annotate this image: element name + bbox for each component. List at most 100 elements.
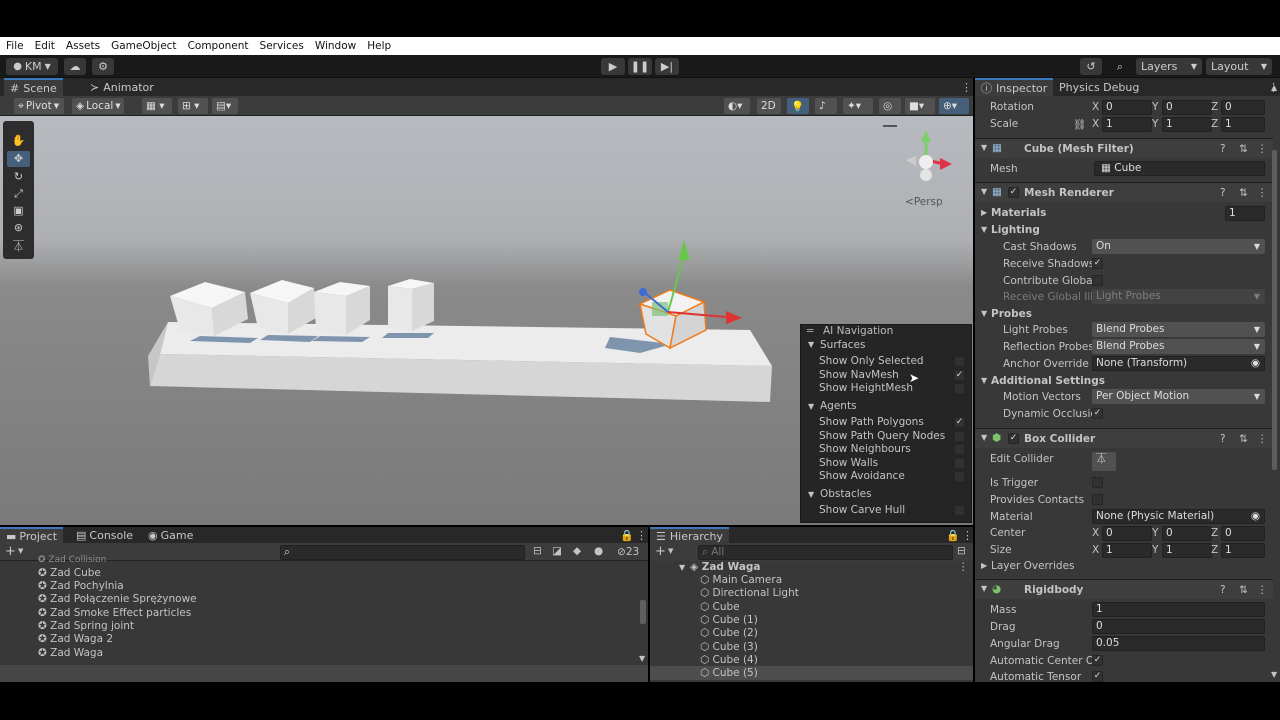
chevron-down-icon[interactable]: ▼ bbox=[981, 584, 987, 593]
chevron-right-icon[interactable]: ▶ bbox=[981, 561, 987, 570]
history-button[interactable]: ↺ bbox=[1080, 58, 1102, 75]
additional-settings-label[interactable]: Additional Settings bbox=[991, 375, 1105, 387]
menu-component[interactable]: Component bbox=[188, 40, 249, 52]
eye-icon[interactable]: ● bbox=[594, 545, 603, 557]
rotation-z-field[interactable]: 0 bbox=[1221, 100, 1265, 115]
kebab-menu-icon[interactable]: ⋮ bbox=[1257, 584, 1268, 596]
size-z-field[interactable]: 1 bbox=[1221, 543, 1265, 558]
tab-project[interactable]: ▬ Project bbox=[0, 527, 64, 543]
layout-dropdown[interactable]: Layout ▼ bbox=[1206, 58, 1272, 75]
scale-y-field[interactable]: 1 bbox=[1162, 117, 1212, 132]
object-picker-icon[interactable]: ◉ bbox=[1251, 357, 1260, 370]
kebab-menu-icon[interactable]: ⋮ bbox=[1257, 433, 1268, 445]
search-by-label-icon[interactable]: ◪ bbox=[552, 545, 562, 557]
presets-icon[interactable]: ⇅ bbox=[1239, 433, 1248, 445]
show-heightmesh-checkbox[interactable] bbox=[954, 383, 965, 394]
table-row[interactable]: ⬡ Directional Light bbox=[700, 587, 799, 599]
orientation-gizmo[interactable] bbox=[906, 130, 952, 181]
menu-help[interactable]: Help bbox=[367, 40, 391, 52]
size-x-field[interactable]: 1 bbox=[1102, 543, 1152, 558]
gizmos-dropdown[interactable]: ⊕▾ bbox=[939, 98, 969, 114]
hierarchy-search-input[interactable]: ⌕ All bbox=[698, 545, 953, 560]
mass-field[interactable]: 1 bbox=[1092, 602, 1265, 617]
favorite-icon[interactable]: ◆ bbox=[573, 545, 581, 557]
local-dropdown[interactable]: ◈ Local ▼ bbox=[72, 98, 124, 114]
rotation-y-field[interactable]: 0 bbox=[1162, 100, 1212, 115]
chevron-down-icon[interactable]: ▼ bbox=[981, 225, 987, 234]
mesh-renderer-header[interactable]: ▼ ▦ ✓ Mesh Renderer ? ⇅ ⋮ bbox=[975, 182, 1273, 202]
menu-file[interactable]: File bbox=[6, 40, 24, 52]
light-probes-dropdown[interactable]: Blend Probes ▼ bbox=[1092, 322, 1265, 337]
show-path-query-nodes-checkbox[interactable] bbox=[954, 431, 965, 442]
effects-dropdown[interactable]: ✦▾ bbox=[843, 98, 873, 114]
material-field[interactable]: None (Physic Material) ◉ bbox=[1092, 509, 1265, 524]
reflection-probes-dropdown[interactable]: Blend Probes ▼ bbox=[1092, 339, 1265, 354]
provides-contacts-checkbox[interactable] bbox=[1092, 494, 1103, 505]
center-z-field[interactable]: 0 bbox=[1221, 526, 1265, 541]
center-y-field[interactable]: 0 bbox=[1162, 526, 1212, 541]
kebab-menu-icon[interactable]: ⋮ bbox=[1257, 143, 1268, 155]
camera-dropdown[interactable]: ■▾ bbox=[905, 98, 935, 114]
scene-root-row[interactable]: ◈ Zad Waga bbox=[690, 561, 761, 573]
custom-tool-icon[interactable]: ⏄ bbox=[7, 239, 30, 255]
receive-shadows-checkbox[interactable]: ✓ bbox=[1092, 258, 1103, 269]
mesh-renderer-enabled-checkbox[interactable]: ✓ bbox=[1008, 187, 1019, 198]
rotation-x-field[interactable]: 0 bbox=[1102, 100, 1152, 115]
tab-animator[interactable]: ≻ Animator bbox=[84, 78, 160, 96]
chevron-down-icon[interactable]: ▼ bbox=[808, 340, 814, 349]
anchor-override-field[interactable]: None (Transform) ◉ bbox=[1092, 356, 1265, 371]
agents-heading[interactable]: Agents bbox=[820, 400, 857, 412]
rotate-tool-icon[interactable]: ↻ bbox=[7, 169, 30, 185]
tab-inspector[interactable]: ⓘ Inspector bbox=[975, 78, 1054, 96]
transform-tool-icon[interactable]: ⊛ bbox=[7, 220, 30, 236]
menu-edit[interactable]: Edit bbox=[35, 40, 55, 52]
help-icon[interactable]: ? bbox=[1220, 187, 1226, 199]
chevron-down-icon[interactable]: ▼ bbox=[981, 433, 987, 442]
scroll-down-icon[interactable]: ▼ bbox=[639, 654, 645, 663]
play-button[interactable]: ▶ bbox=[601, 58, 625, 75]
object-picker-icon[interactable]: ◉ bbox=[1251, 510, 1260, 523]
chevron-down-icon[interactable]: ▼ bbox=[981, 309, 987, 318]
presets-icon[interactable]: ⇅ bbox=[1239, 584, 1248, 596]
chevron-down-icon[interactable]: ▼ bbox=[808, 402, 814, 411]
help-icon[interactable]: ? bbox=[1220, 143, 1226, 155]
list-item[interactable]: ✪ Zad Połączenie Sprężynowe bbox=[38, 593, 197, 605]
tab-physics-debug[interactable]: Physics Debug bbox=[1053, 78, 1145, 96]
mesh-filter-header[interactable]: ▼ ▦ Cube (Mesh Filter) ? ⇅ ⋮ bbox=[975, 138, 1273, 158]
inspector-scrollbar[interactable] bbox=[1272, 150, 1277, 470]
menu-gameobject[interactable]: GameObject bbox=[111, 40, 176, 52]
grid-snap-button[interactable]: ▦ ▾ bbox=[142, 98, 172, 114]
move-tool-icon[interactable]: ✥ bbox=[7, 151, 30, 167]
show-navmesh-checkbox[interactable]: ✓ bbox=[954, 370, 965, 381]
table-row[interactable]: ⬡ Cube bbox=[700, 601, 740, 613]
table-row[interactable]: ⬡ Cube (1) bbox=[700, 614, 758, 626]
tab-game[interactable]: ◉ Game bbox=[142, 527, 199, 543]
tab-scene[interactable]: # Scene bbox=[4, 78, 63, 96]
cube-3[interactable] bbox=[388, 279, 434, 331]
box-collider-enabled-checkbox[interactable]: ✓ bbox=[1008, 433, 1019, 444]
audio-toggle[interactable]: ♪ bbox=[815, 98, 837, 114]
edit-collider-button[interactable]: ⏄ bbox=[1092, 452, 1116, 471]
chevron-right-icon[interactable]: ▶ bbox=[981, 208, 987, 217]
scroll-up-icon[interactable]: ▲ bbox=[1271, 83, 1277, 92]
obstacles-heading[interactable]: Obstacles bbox=[820, 488, 872, 500]
rigidbody-header[interactable]: ▼ ◕ Rigidbody ? ⇅ ⋮ bbox=[975, 579, 1273, 599]
materials-label[interactable]: Materials bbox=[991, 207, 1046, 219]
add-icon[interactable]: + bbox=[655, 544, 666, 559]
table-row[interactable]: ⬡ Cube (3) bbox=[700, 641, 758, 653]
list-item[interactable]: ✪ Zad Pochylnia bbox=[38, 580, 124, 592]
persp-label[interactable]: <Persp bbox=[905, 196, 943, 208]
grid-toggle-button[interactable]: ▤▾ bbox=[212, 98, 238, 114]
increment-snap-button[interactable]: ⊞ ▾ bbox=[178, 98, 208, 114]
materials-count-field[interactable]: 1 bbox=[1225, 206, 1265, 221]
collab-button[interactable]: ⚙ bbox=[92, 58, 114, 75]
list-item[interactable]: ✪ Zad Spring joint bbox=[38, 620, 134, 632]
cloud-button[interactable]: ☁ bbox=[64, 58, 86, 75]
help-icon[interactable]: ? bbox=[1220, 433, 1226, 445]
kebab-menu-icon[interactable]: ⋮ bbox=[956, 527, 979, 543]
add-icon[interactable]: + bbox=[5, 544, 16, 559]
show-carve-hull-checkbox[interactable] bbox=[954, 505, 965, 516]
show-path-polygons-checkbox[interactable]: ✓ bbox=[954, 417, 965, 428]
pause-button[interactable]: ❚❚ bbox=[628, 58, 652, 75]
kebab-menu-icon[interactable]: ⋮ bbox=[1257, 187, 1268, 199]
